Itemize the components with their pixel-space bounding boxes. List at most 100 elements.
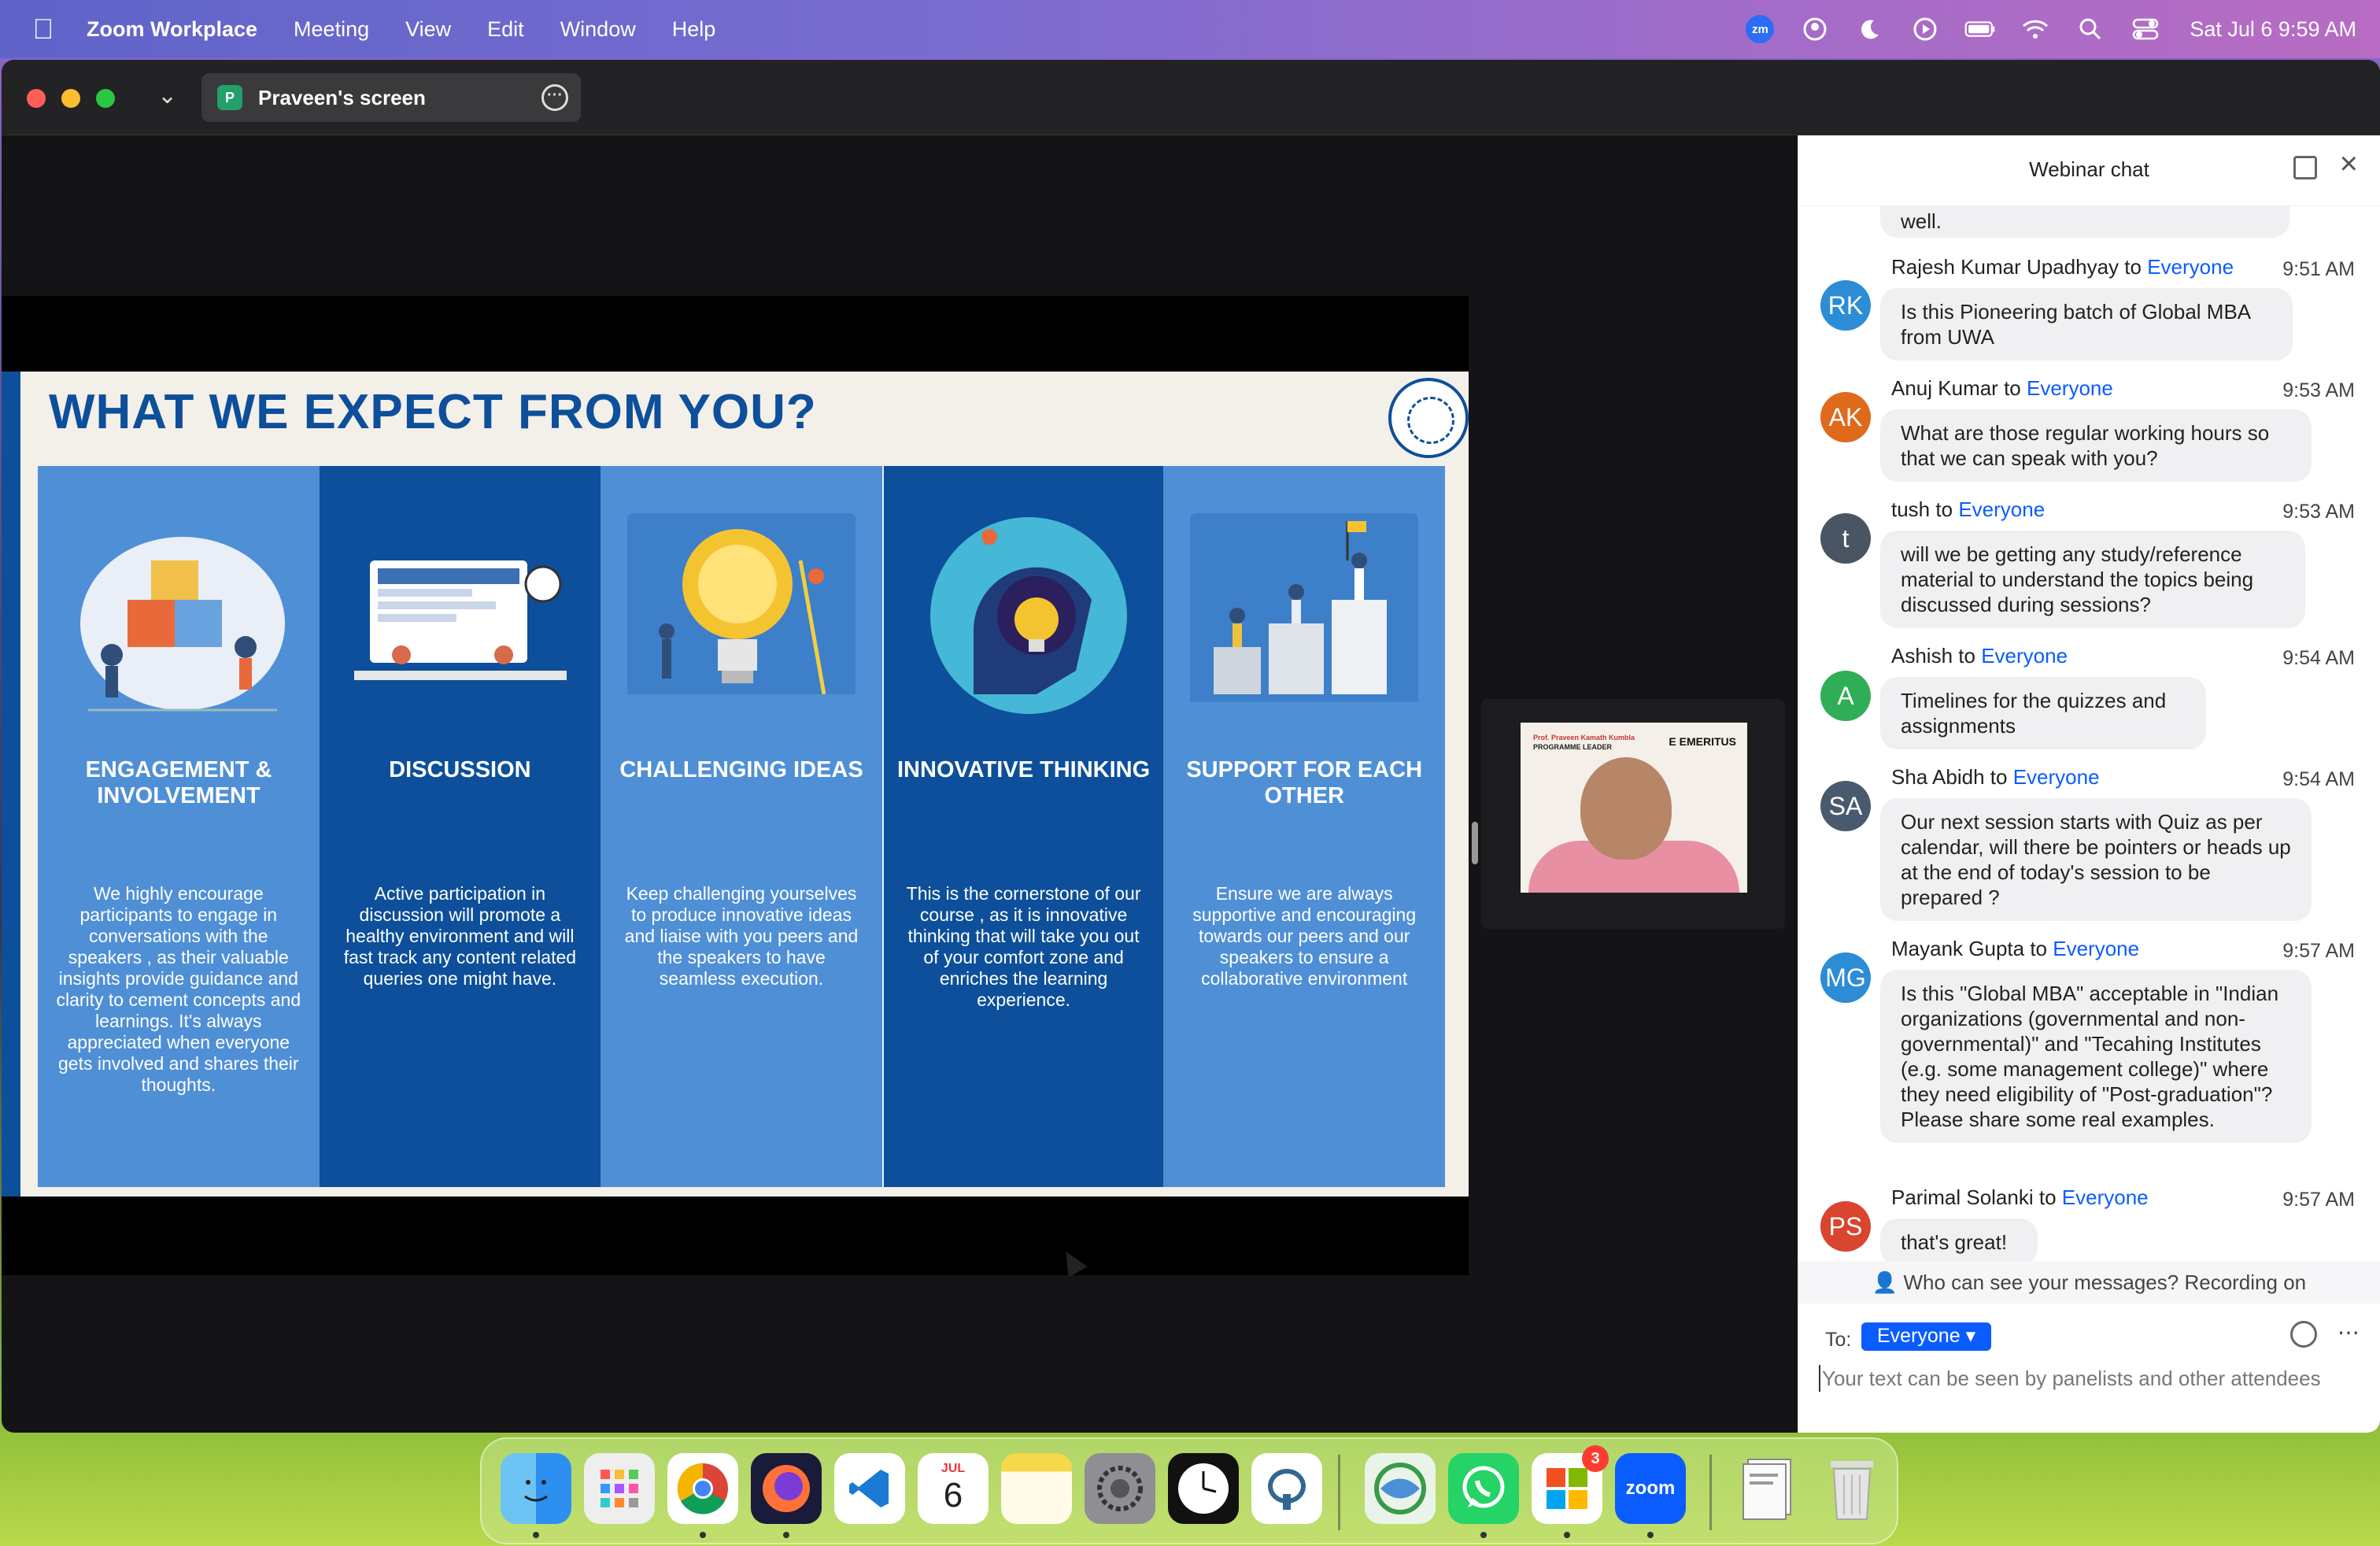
browser-globe-icon[interactable]: [1365, 1453, 1436, 1524]
message-time: 9:57 AM: [2282, 1189, 2355, 1211]
calendar-month: JUL: [941, 1462, 966, 1475]
finder-icon[interactable]: [501, 1453, 571, 1524]
column-text: Ensure we are always supportive and enco…: [1192, 883, 1417, 989]
column-text: Keep challenging yourselves to produce i…: [624, 883, 859, 989]
dock-running-dot: [1480, 1532, 1487, 1538]
puzzle-people-illustration: [80, 537, 285, 712]
notification-badge: 3: [1582, 1445, 1609, 1472]
system-settings-icon[interactable]: [1085, 1453, 1155, 1524]
podium-team-illustration: [1190, 513, 1419, 702]
menu-window[interactable]: Window: [560, 17, 636, 42]
dock: JUL 6 3 zoom: [480, 1437, 1898, 1544]
message-privacy-notice[interactable]: 👤 Who can see your messages? Recording o…: [1798, 1261, 2380, 1304]
privacy-text: Who can see your messages? Recording on: [1903, 1270, 2307, 1294]
vscode-icon[interactable]: [834, 1453, 905, 1524]
chat-header: Webinar chat ×: [1798, 135, 2380, 206]
calendar-day: 6: [943, 1476, 963, 1515]
wifi-icon[interactable]: [2020, 13, 2051, 45]
recipient-name: Everyone: [2061, 1185, 2149, 1209]
avatar[interactable]: A: [1820, 671, 1871, 721]
chat-input[interactable]: Your text can be seen by panelists and o…: [1819, 1365, 2323, 1392]
launchpad-icon[interactable]: [584, 1453, 655, 1524]
message-bubble: that's great!: [1880, 1219, 2038, 1261]
chat-messages[interactable]: well. RK Rajesh Kumar Upadhyay to Everyo…: [1798, 206, 2380, 1261]
to-word: to: [1958, 644, 1975, 668]
recipient-name: Everyone: [1958, 497, 2046, 521]
search-icon[interactable]: [2075, 13, 2106, 45]
more-options-icon[interactable]: ···: [541, 84, 568, 111]
calendar-icon[interactable]: JUL 6: [918, 1453, 989, 1524]
close-window-button[interactable]: [27, 89, 46, 108]
chevron-down-icon[interactable]: ⌄: [157, 82, 177, 109]
menu-meeting[interactable]: Meeting: [294, 17, 369, 42]
control-center-icon[interactable]: [2130, 13, 2161, 45]
message-sender-line: Ashish to Everyone: [1891, 644, 2068, 668]
message-sender-line: Parimal Solanki to Everyone: [1891, 1185, 2149, 1210]
lightbulb-illustration: [627, 513, 856, 695]
presentation-slide: WHAT WE EXPECT FROM YOU? ENGAGEMENT & IN…: [2, 372, 1469, 1196]
notes-icon[interactable]: [1001, 1453, 1072, 1524]
sender-name: Parimal Solanki: [1891, 1185, 2034, 1209]
whatsapp-icon[interactable]: [1448, 1453, 1519, 1524]
avatar[interactable]: PS: [1820, 1201, 1871, 1252]
menu-view[interactable]: View: [405, 17, 451, 42]
panel-resize-handle[interactable]: [1472, 822, 1478, 864]
avatar[interactable]: RK: [1820, 280, 1871, 331]
menu-edit[interactable]: Edit: [487, 17, 524, 42]
recipient-name: Everyone: [2053, 937, 2140, 960]
user-circle-icon[interactable]: [1799, 13, 1831, 45]
speaker-video: Prof. Praveen Kamath Kumbla PROGRAMME LE…: [1521, 723, 1747, 893]
caret-down-icon: ▾: [1965, 1325, 1976, 1347]
avatar[interactable]: MG: [1820, 952, 1871, 1003]
slide-column-engagement: ENGAGEMENT & INVOLVEMENT We highly encou…: [38, 466, 320, 1187]
column-text: Active participation in discussion will …: [343, 883, 577, 989]
screen-share-indicator[interactable]: P Praveen's screen ···: [201, 73, 581, 122]
microsoft-icon[interactable]: 3: [1532, 1445, 1609, 1524]
pgadmin-icon[interactable]: [1251, 1453, 1322, 1524]
firefox-icon[interactable]: [751, 1453, 822, 1524]
recipient-dropdown[interactable]: Everyone ▾: [1861, 1322, 1992, 1351]
dock-running-dot: [700, 1532, 706, 1538]
emoji-icon[interactable]: [2290, 1321, 2317, 1348]
recipient-name: Everyone: [2012, 765, 2100, 789]
fullscreen-window-button[interactable]: [96, 89, 115, 108]
message-time: 9:53 AM: [2282, 501, 2355, 523]
to-word: to: [2038, 1185, 2057, 1209]
menu-app-name[interactable]: Zoom Workplace: [87, 17, 257, 42]
webinar-chat-panel: Webinar chat × well. RK Rajesh Kumar Upa…: [1798, 135, 2380, 1433]
popout-icon[interactable]: [2293, 156, 2317, 179]
trash-icon[interactable]: [1816, 1453, 1887, 1524]
menu-help[interactable]: Help: [672, 17, 716, 42]
clock-icon[interactable]: [1168, 1453, 1239, 1524]
minimize-window-button[interactable]: [61, 89, 80, 108]
message-bubble: Our next session starts with Quiz as per…: [1880, 798, 2312, 921]
chrome-icon[interactable]: [667, 1453, 738, 1524]
dock-running-dot: [1564, 1532, 1570, 1538]
files-stack-icon[interactable]: [1733, 1453, 1804, 1524]
column-title: ENGAGEMENT & INVOLVEMENT: [85, 757, 272, 808]
message-bubble: Is this Pioneering batch of Global MBA f…: [1880, 288, 2293, 361]
more-icon[interactable]: ⋯: [2338, 1319, 2360, 1345]
zoom-status-icon[interactable]: zm: [1744, 13, 1776, 45]
slide-title: WHAT WE EXPECT FROM YOU?: [49, 385, 817, 439]
battery-icon[interactable]: [1964, 13, 1996, 45]
avatar[interactable]: SA: [1820, 781, 1871, 831]
zoom-app-icon[interactable]: zoom: [1615, 1453, 1686, 1524]
recipient-name: Everyone: [2027, 376, 2113, 400]
zoom-window: ⌄ P Praveen's screen ··· WHAT WE EXPECT …: [2, 60, 2380, 1433]
avatar[interactable]: AK: [1820, 392, 1871, 442]
slide-column-thinking: INNOVATIVE THINKING This is the cornerst…: [881, 466, 1164, 1187]
close-icon[interactable]: ×: [2340, 146, 2358, 182]
apple-menu-icon[interactable]: : [0, 13, 87, 46]
head-lightbulb-illustration: [929, 517, 1127, 714]
to-label: To:: [1825, 1329, 1852, 1351]
message-time: 9:53 AM: [2282, 379, 2355, 401]
dock-separator: [1709, 1455, 1712, 1530]
avatar[interactable]: t: [1820, 513, 1871, 564]
recipient-name: Everyone: [2147, 255, 2234, 279]
moon-icon[interactable]: [1854, 13, 1886, 45]
play-circle-icon[interactable]: [1909, 13, 1941, 45]
menubar-clock[interactable]: Sat Jul 6 9:59 AM: [2190, 17, 2356, 42]
video-panel[interactable]: Prof. Praveen Kamath Kumbla PROGRAMME LE…: [1481, 699, 1785, 929]
message-bubble: Timelines for the quizzes and assignment…: [1880, 677, 2206, 749]
